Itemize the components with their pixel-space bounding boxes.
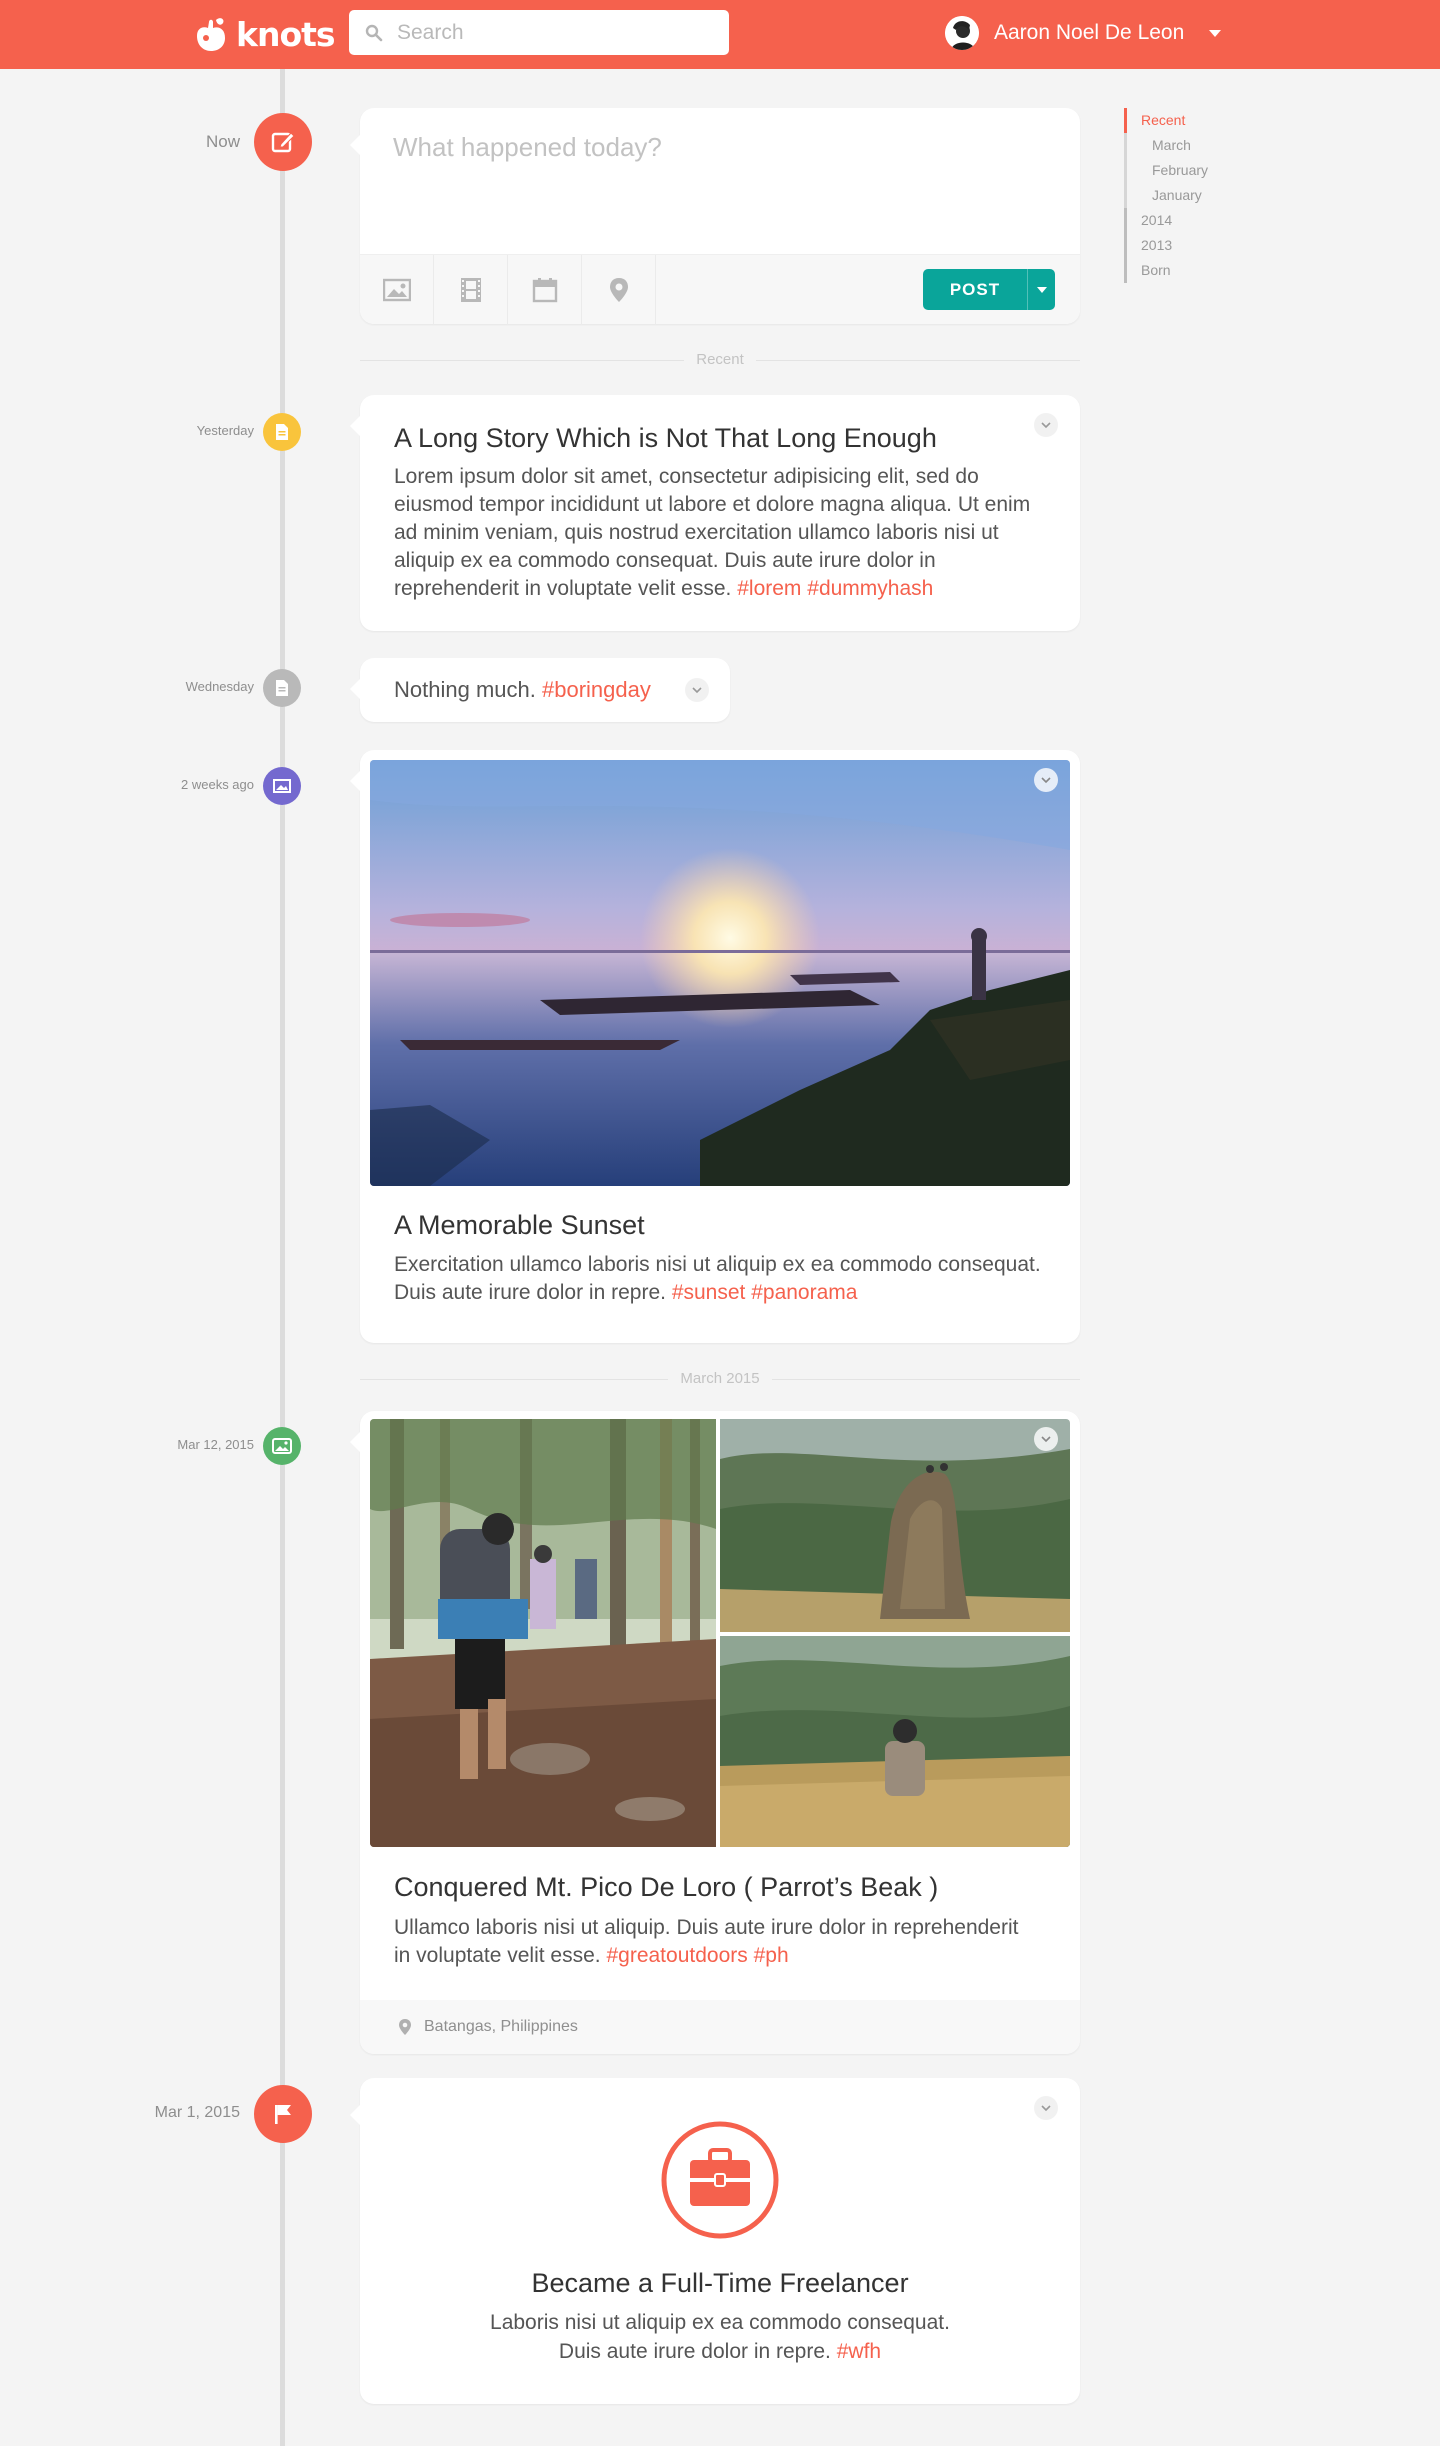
post-title: A Memorable Sunset xyxy=(394,1210,645,1240)
post-text: Duis aute irure dolor in repre. xyxy=(558,2340,831,2363)
post-text: Lorem ipsum dolor sit amet, consectetur … xyxy=(394,465,1031,600)
view-image xyxy=(720,1636,1070,1847)
hashtag-link[interactable]: #boringday xyxy=(542,677,651,702)
user-name: Aaron Noel De Leon xyxy=(994,21,1185,44)
caret-down-icon[interactable] xyxy=(1209,29,1222,37)
nav-item-2013[interactable]: 2013 xyxy=(1124,233,1208,258)
post-text: Nothing much. xyxy=(394,677,536,702)
trail-image xyxy=(370,1419,716,1847)
story-dot xyxy=(263,413,301,451)
post-button-label: POST xyxy=(949,279,1001,299)
post-body-line-2: Duis aute irure dolor in repre. #wfh xyxy=(360,2338,1080,2366)
search-icon xyxy=(365,24,383,41)
hashtag-link[interactable]: #panorama xyxy=(751,1281,857,1304)
time-label-yesterday: Yesterday xyxy=(196,423,254,438)
album-dot xyxy=(263,1427,301,1465)
post-body-line-1: Laboris nisi ut aliquip ex ea commodo co… xyxy=(490,2311,950,2334)
post-options-chevron-icon[interactable] xyxy=(1034,1427,1058,1451)
film-icon xyxy=(460,278,481,302)
time-label-mar-1-2015: Mar 1, 2015 xyxy=(154,2104,240,2121)
hashtag-link[interactable]: #lorem xyxy=(737,577,801,600)
nav-item-2014[interactable]: 2014 xyxy=(1124,208,1208,233)
nav-item-born[interactable]: Born xyxy=(1124,258,1208,283)
logo[interactable]: knots xyxy=(192,12,336,56)
add-video-button[interactable] xyxy=(434,255,508,325)
post-options-caret-icon[interactable] xyxy=(1027,269,1055,310)
status-dot xyxy=(263,669,301,707)
top-bar: knots Aaron Noel De Leon xyxy=(0,0,1440,69)
hashtag-link[interactable]: #wfh xyxy=(837,2340,881,2363)
post-button[interactable]: POST xyxy=(923,269,1055,310)
hike-card: Conquered Mt. Pico De Loro ( Parrot’s Be… xyxy=(350,1411,1080,2054)
calendar-icon xyxy=(532,278,557,303)
note-icon xyxy=(276,680,288,696)
add-event-button[interactable] xyxy=(508,255,582,325)
location-text[interactable]: Batangas, Philippines xyxy=(424,2018,578,2036)
milestone-card: Became a Full-Time Freelancer Laboris ni… xyxy=(350,2078,1080,2404)
separator-label: March 2015 xyxy=(668,1370,772,1387)
hike-photo-peak[interactable] xyxy=(720,1419,1070,1632)
status-input[interactable] xyxy=(393,132,1033,163)
hike-photo-trail[interactable] xyxy=(370,1419,716,1847)
composer-card: POST xyxy=(350,108,1080,325)
time-label-now: Now xyxy=(205,132,240,151)
time-label-wednesday: Wednesday xyxy=(185,679,254,694)
composer-toolbar: POST xyxy=(360,254,1080,325)
composer-dot xyxy=(254,113,312,171)
avatar xyxy=(945,16,979,50)
image-icon xyxy=(382,278,411,302)
hashtag-link[interactable]: #dummyhash xyxy=(807,577,933,600)
knot-logo-icon xyxy=(197,18,225,51)
note-icon xyxy=(276,424,288,440)
user-menu[interactable]: Aaron Noel De Leon xyxy=(945,14,1222,52)
nav-item-february[interactable]: February xyxy=(1124,158,1208,183)
post-title: Became a Full-Time Freelancer xyxy=(531,2268,909,2298)
story-card: A Long Story Which is Not That Long Enou… xyxy=(350,395,1080,631)
post-body: Ullamco laboris nisi ut aliquip. Duis au… xyxy=(394,1914,1034,1970)
nav-item-recent[interactable]: Recent xyxy=(1124,108,1208,133)
hike-photo-view[interactable] xyxy=(720,1636,1070,1847)
hashtag-link[interactable]: #greatoutdoors xyxy=(606,1944,747,1967)
separator-label: Recent xyxy=(684,351,756,368)
timeline-nav: Recent March February January 2014 2013 … xyxy=(1124,108,1208,283)
nav-item-january[interactable]: January xyxy=(1124,183,1208,208)
time-label-mar-12-2015: Mar 12, 2015 xyxy=(177,1437,254,1452)
search-input[interactable] xyxy=(397,20,717,45)
post-body: Exercitation ullamco laboris nisi ut ali… xyxy=(394,1251,1054,1307)
post-title: A Long Story Which is Not That Long Enou… xyxy=(394,423,937,453)
milestone-dot xyxy=(254,2085,312,2143)
post-title: Conquered Mt. Pico De Loro ( Parrot’s Be… xyxy=(394,1872,939,1902)
location-icon xyxy=(609,278,628,302)
post-options-chevron-icon[interactable] xyxy=(685,678,709,702)
image-icon xyxy=(273,779,291,793)
photo-dot xyxy=(263,767,301,805)
time-label-2-weeks-ago: 2 weeks ago xyxy=(181,777,254,792)
separator-recent: Recent xyxy=(360,350,1080,370)
peak-image xyxy=(720,1419,1070,1632)
flag-icon xyxy=(275,2105,291,2124)
separator-march-2015: March 2015 xyxy=(360,1369,1080,1389)
nav-item-march[interactable]: March xyxy=(1124,133,1208,158)
location-icon xyxy=(399,2019,411,2035)
sunset-image xyxy=(370,760,1070,1186)
post-options-chevron-icon[interactable] xyxy=(1034,2096,1058,2120)
location-bar: Batangas, Philippines xyxy=(360,2000,1080,2054)
post-options-chevron-icon[interactable] xyxy=(1034,768,1058,792)
search-box[interactable] xyxy=(349,10,729,55)
sunset-photo[interactable] xyxy=(370,760,1070,1186)
edit-icon xyxy=(271,132,295,153)
status-card: Nothing much. #boringday xyxy=(350,658,730,722)
hashtag-link[interactable]: #ph xyxy=(754,1944,789,1967)
sunset-card: A Memorable Sunset Exercitation ullamco … xyxy=(350,750,1080,1343)
gallery-icon xyxy=(272,1438,292,1454)
hashtag-link[interactable]: #sunset xyxy=(672,1281,746,1304)
add-location-button[interactable] xyxy=(582,255,656,325)
post-body: Lorem ipsum dolor sit amet, consectetur … xyxy=(394,463,1054,603)
status-text: Nothing much. #boringday xyxy=(394,676,651,704)
add-image-button[interactable] xyxy=(360,255,434,325)
briefcase-icon xyxy=(661,2121,779,2239)
post-options-chevron-icon[interactable] xyxy=(1034,413,1058,437)
app-name: knots xyxy=(236,14,336,54)
avatar-image xyxy=(945,16,979,50)
